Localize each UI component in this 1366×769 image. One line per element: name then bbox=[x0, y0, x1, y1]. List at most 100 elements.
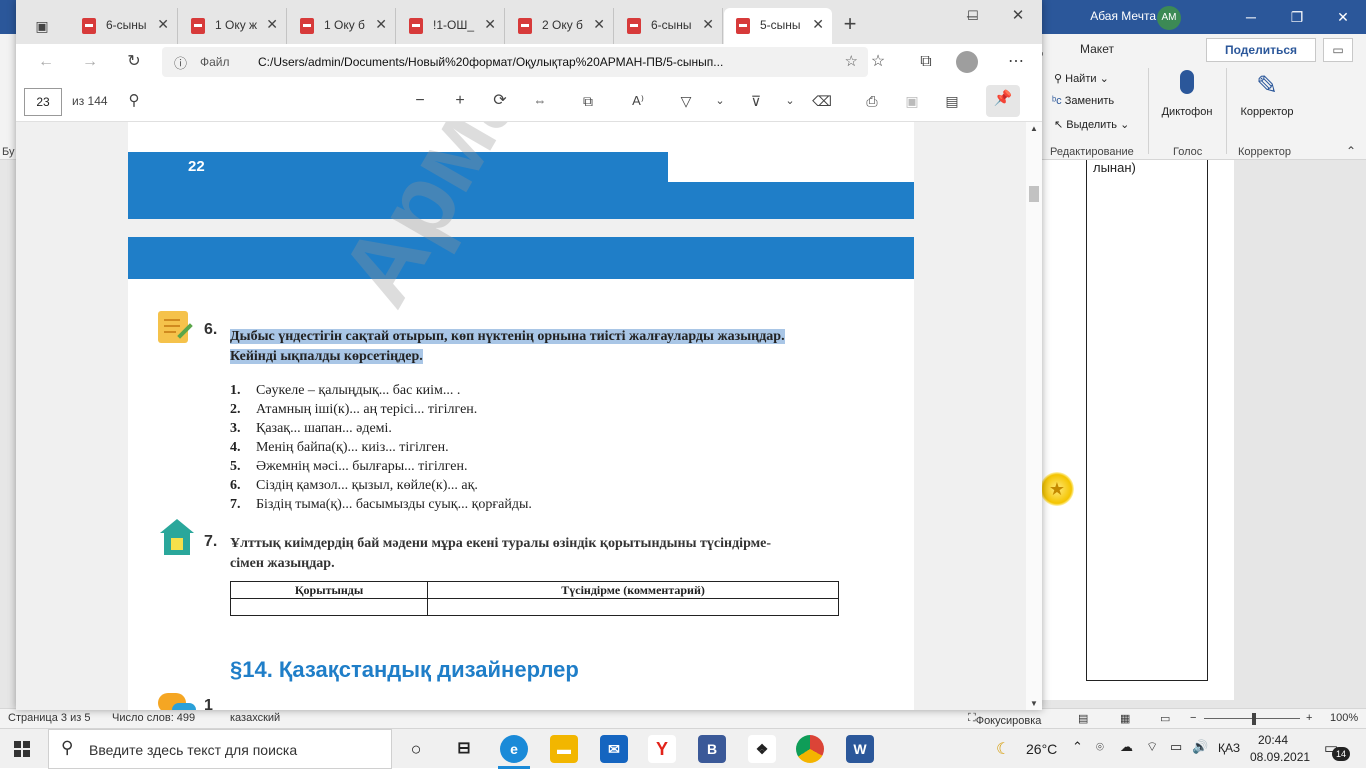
edge-icon[interactable]: e bbox=[500, 735, 528, 763]
save-icon[interactable]: ▣ bbox=[898, 87, 926, 115]
highlight-icon[interactable]: ⊽ bbox=[742, 87, 770, 115]
restore-icon[interactable]: ❐ bbox=[1274, 0, 1320, 34]
dictation-button[interactable]: Диктофон bbox=[1158, 70, 1216, 118]
more-icon[interactable]: ⋯ bbox=[1002, 48, 1030, 76]
tab-layout[interactable]: Макет bbox=[1080, 42, 1114, 56]
browser-tab[interactable]: 6-сыны ✕ bbox=[70, 8, 178, 44]
status-words[interactable]: Число слов: 499 bbox=[112, 712, 195, 724]
yandex-icon[interactable]: Y bbox=[648, 735, 676, 763]
back-icon[interactable]: ← bbox=[32, 48, 60, 76]
clock-time[interactable]: 20:44 bbox=[1258, 733, 1288, 747]
table-cell[interactable] bbox=[427, 598, 839, 616]
zoom-out-icon[interactable]: − bbox=[1190, 712, 1196, 724]
refresh-icon[interactable]: ↻ bbox=[120, 48, 148, 76]
select-button[interactable]: ↖ Выделить ⌄ bbox=[1054, 118, 1129, 131]
maximize-icon[interactable]: ☐ bbox=[959, 2, 987, 30]
info-icon[interactable]: ⓘ bbox=[174, 53, 187, 72]
user-name[interactable]: Абая Мечта bbox=[1090, 9, 1156, 23]
file-explorer-icon[interactable]: ▬ bbox=[550, 735, 578, 763]
scroll-down-icon[interactable]: ▼ bbox=[1030, 699, 1038, 708]
browser-tab[interactable]: 1 Оку ж ✕ bbox=[179, 8, 287, 44]
print-layout-icon[interactable]: ▦ bbox=[1120, 712, 1130, 725]
close-tab-icon[interactable]: ✕ bbox=[812, 16, 824, 33]
favorites-icon[interactable]: ☆ bbox=[864, 48, 892, 76]
volume-icon[interactable]: 🔊 bbox=[1192, 739, 1208, 755]
close-tab-icon[interactable]: ✕ bbox=[375, 16, 387, 33]
status-language[interactable]: казахский bbox=[230, 712, 280, 724]
browser-tab[interactable]: !1-ОШ_ ✕ bbox=[397, 8, 505, 44]
focus-button[interactable]: ⛶ Фокусировка bbox=[968, 712, 1041, 727]
share-button[interactable]: Поделиться bbox=[1206, 38, 1316, 62]
close-tab-icon[interactable]: ✕ bbox=[157, 16, 169, 33]
zoom-in-icon[interactable]: + bbox=[446, 87, 474, 115]
close-tab-icon[interactable]: ✕ bbox=[266, 16, 278, 33]
close-icon[interactable]: ✕ bbox=[1320, 0, 1366, 34]
browser-tab[interactable]: 2 Оку б ✕ bbox=[506, 8, 614, 44]
pdf-viewer[interactable]: 22 6. Дыбыс үндестігін сақтай отырып, кө… bbox=[16, 122, 1042, 710]
avatar[interactable]: АМ bbox=[1157, 6, 1181, 30]
scrollbar[interactable]: ▲ ▼ bbox=[1026, 122, 1042, 710]
zoom-out-icon[interactable]: − bbox=[406, 87, 434, 115]
address-bar[interactable]: ⓘ Файл C:/Users/admin/Documents/Новый%20… bbox=[162, 47, 868, 77]
search-icon[interactable]: ⚲ bbox=[120, 87, 148, 115]
status-page[interactable]: Страница 3 из 5 bbox=[8, 712, 90, 724]
replace-button[interactable]: ᵇc Заменить bbox=[1052, 95, 1114, 107]
table-cell[interactable] bbox=[229, 598, 429, 616]
eraser-icon[interactable]: ⌫ bbox=[808, 87, 836, 115]
browser-tab[interactable]: 1 Оку б ✕ bbox=[288, 8, 396, 44]
battery-icon[interactable]: ▭ bbox=[1170, 739, 1182, 755]
find-button[interactable]: ⚲ Найти ⌄ bbox=[1054, 72, 1109, 85]
widgets-icon[interactable]: ⊟ bbox=[450, 735, 478, 763]
read-aloud-icon[interactable]: A⁾ bbox=[624, 87, 652, 115]
close-tab-icon[interactable]: ✕ bbox=[484, 16, 496, 33]
zoom-level[interactable]: 100% bbox=[1330, 712, 1358, 724]
browser-tab-active[interactable]: 5-сыны ✕ bbox=[724, 8, 832, 44]
windows-start-icon[interactable] bbox=[14, 741, 30, 757]
tab-actions-icon[interactable]: ▣ bbox=[28, 12, 56, 40]
clock-date[interactable]: 08.09.2021 bbox=[1250, 750, 1310, 764]
web-layout-icon[interactable]: ▭ bbox=[1160, 712, 1170, 725]
zoom-slider-thumb[interactable] bbox=[1252, 713, 1256, 725]
mail-icon[interactable]: ✉ bbox=[600, 735, 628, 763]
cloud-icon[interactable]: ☁ bbox=[1120, 739, 1133, 755]
weather-temp[interactable]: 26°C bbox=[1026, 741, 1057, 757]
scroll-up-icon[interactable]: ▲ bbox=[1030, 124, 1038, 133]
minimize-icon[interactable]: ─ bbox=[1228, 0, 1274, 34]
zoom-in-icon[interactable]: + bbox=[1306, 712, 1312, 724]
taskbar-search[interactable]: ⚲ Введите здесь текст для поиска bbox=[48, 729, 392, 769]
language-indicator[interactable]: ҚАЗ bbox=[1218, 741, 1240, 755]
save-as-icon[interactable]: ▤ bbox=[938, 87, 966, 115]
chevron-down-icon[interactable]: ⌄ bbox=[776, 87, 804, 115]
meet-icon[interactable]: ⌾ bbox=[1096, 739, 1104, 755]
draw-icon[interactable]: ▽ bbox=[672, 87, 700, 115]
pin-toolbar-icon[interactable]: 📌 bbox=[986, 85, 1020, 117]
profile-icon[interactable] bbox=[956, 51, 978, 73]
close-window-icon[interactable]: ✕ bbox=[1004, 2, 1032, 30]
add-favorite-icon[interactable]: ☆ bbox=[845, 52, 858, 70]
word-icon[interactable]: W bbox=[846, 735, 874, 763]
corrector-button[interactable]: ✎ Корректор bbox=[1234, 70, 1300, 118]
chevron-down-icon[interactable]: ⌄ bbox=[706, 87, 734, 115]
page-number-input[interactable]: 23 bbox=[24, 88, 62, 116]
print-icon[interactable]: ⎙ bbox=[858, 87, 886, 115]
url-text[interactable]: C:/Users/admin/Documents/Новый%20формат/… bbox=[258, 55, 818, 69]
collapse-ribbon-icon[interactable]: ⌃ bbox=[1346, 144, 1356, 158]
app-b-icon[interactable]: B bbox=[698, 735, 726, 763]
new-tab-button[interactable]: + bbox=[836, 12, 864, 40]
rotate-icon[interactable]: ⟳ bbox=[486, 87, 514, 115]
browser-tab[interactable]: 6-сыны ✕ bbox=[615, 8, 723, 44]
chrome-icon[interactable] bbox=[796, 735, 824, 763]
page-view-icon[interactable]: ⧉ bbox=[574, 87, 602, 115]
forward-icon[interactable]: → bbox=[76, 48, 104, 76]
tray-expand-icon[interactable]: ⌃ bbox=[1072, 739, 1083, 755]
scroll-thumb[interactable] bbox=[1029, 186, 1039, 202]
collections-icon[interactable]: ⧉ bbox=[912, 48, 940, 76]
close-tab-icon[interactable]: ✕ bbox=[702, 16, 714, 33]
task-view-icon[interactable]: ○ bbox=[402, 735, 430, 763]
network-icon[interactable]: ⌔ bbox=[1146, 739, 1158, 755]
comments-icon[interactable]: ▭ bbox=[1323, 38, 1353, 62]
dropbox-icon[interactable]: ❖ bbox=[748, 735, 776, 763]
close-tab-icon[interactable]: ✕ bbox=[593, 16, 605, 33]
fit-page-icon[interactable]: ⇔ bbox=[526, 87, 554, 115]
read-mode-icon[interactable]: ▤ bbox=[1078, 712, 1088, 725]
